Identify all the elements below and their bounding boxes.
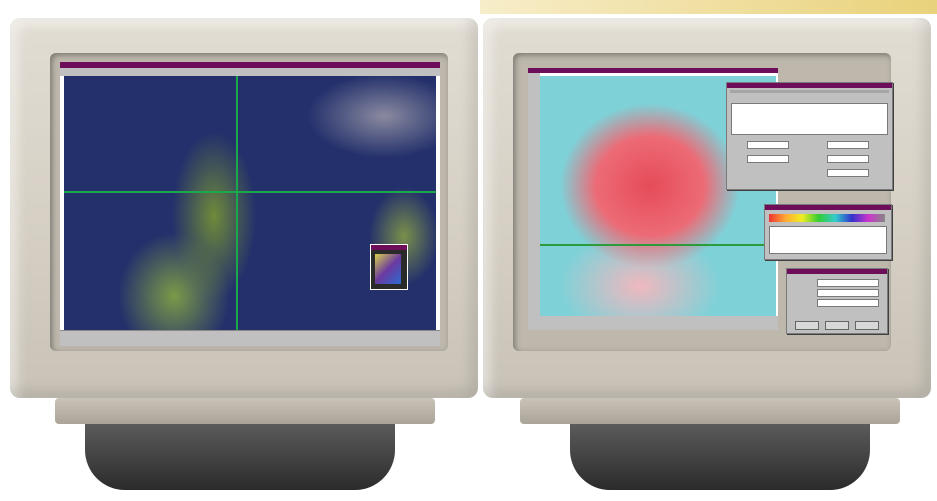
properties-field-e[interactable] (827, 169, 869, 177)
settings-dialog[interactable] (786, 268, 888, 334)
right-status-bar (528, 316, 778, 330)
map-road-horizontal (540, 244, 776, 246)
map-thumbnail[interactable] (370, 244, 408, 290)
grid-line-horizontal (64, 191, 436, 193)
thumbnail-title-bar (371, 245, 407, 250)
settings-field-2[interactable] (817, 289, 879, 297)
palette-dialog[interactable] (764, 204, 892, 260)
left-toolbar (60, 68, 440, 76)
properties-tabs[interactable] (730, 90, 889, 93)
thumbnail-image (375, 254, 401, 284)
properties-field-b[interactable] (747, 155, 789, 163)
properties-field-c[interactable] (827, 141, 869, 149)
right-monitor-base (570, 424, 870, 490)
palette-swatches[interactable] (769, 214, 885, 222)
properties-dialog[interactable] (726, 82, 893, 190)
settings-button-ok[interactable] (795, 321, 819, 330)
settings-field-3[interactable] (817, 299, 879, 307)
settings-button-help[interactable] (855, 321, 879, 330)
left-monitor-foot (55, 398, 435, 424)
properties-field-a[interactable] (747, 141, 789, 149)
satellite-map[interactable] (64, 76, 436, 330)
left-monitor-base (85, 424, 395, 490)
left-status-bar (60, 330, 440, 346)
right-tool-column (528, 73, 540, 321)
settings-button-cancel[interactable] (825, 321, 849, 330)
gold-banner (480, 0, 937, 14)
left-screen (60, 62, 440, 346)
palette-title-bar (765, 205, 891, 210)
palette-area[interactable] (769, 226, 887, 254)
grid-line-vertical (236, 76, 238, 330)
settings-title-bar (787, 269, 887, 274)
properties-list[interactable] (731, 103, 888, 135)
properties-field-d[interactable] (827, 155, 869, 163)
settings-field-1[interactable] (817, 279, 879, 287)
right-monitor-foot (520, 398, 900, 424)
right-title-bar (528, 68, 778, 73)
properties-title-bar (727, 83, 892, 88)
